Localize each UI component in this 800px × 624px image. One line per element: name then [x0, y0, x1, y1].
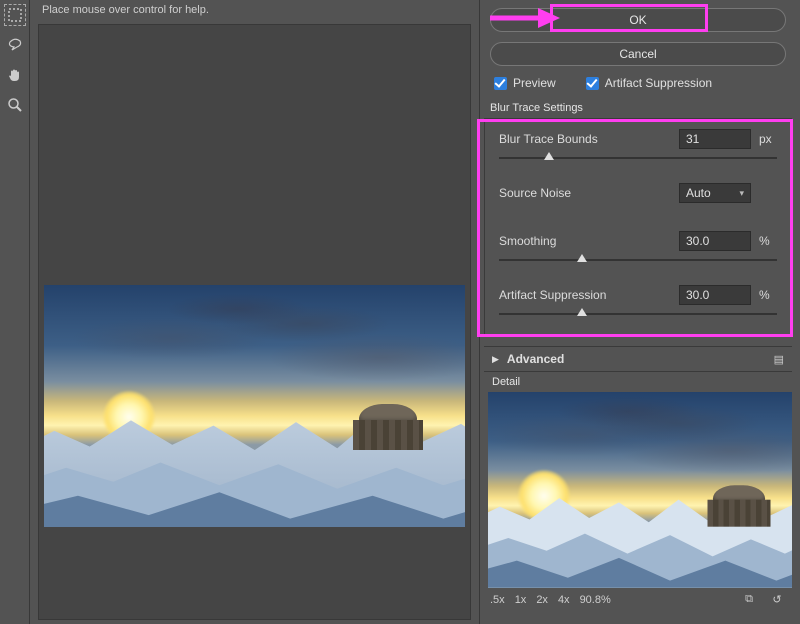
artifact-suppression-slider[interactable]: [499, 307, 777, 321]
advanced-label: Advanced: [507, 352, 564, 366]
hint-text: Place mouse over control for help.: [38, 4, 471, 22]
artifact-suppression-checkbox[interactable]: Artifact Suppression: [586, 76, 712, 90]
detail-preview[interactable]: [488, 392, 792, 588]
source-noise-dropdown[interactable]: Auto ▾: [679, 183, 751, 203]
lasso-tool-icon[interactable]: [4, 34, 26, 56]
unit-label: px: [751, 132, 777, 146]
checkbox-icon: [586, 77, 599, 90]
cancel-button[interactable]: Cancel: [490, 42, 786, 66]
unit-label: %: [751, 288, 777, 302]
settings-panel: OK Cancel Preview Artifact Suppression B…: [480, 0, 800, 624]
blur-trace-bounds-slider[interactable]: [499, 151, 777, 165]
zoom-tool-icon[interactable]: [4, 94, 26, 116]
zoom-step[interactable]: 2x: [536, 594, 548, 606]
panel-menu-icon[interactable]: ▤: [774, 353, 784, 366]
preview-image: [44, 285, 465, 527]
image-canvas[interactable]: [38, 24, 471, 620]
reset-icon[interactable]: ↺: [768, 593, 786, 606]
preview-checkbox[interactable]: Preview: [494, 76, 556, 90]
preview-pane: Place mouse over control for help.: [30, 0, 480, 624]
source-noise-label: Source Noise: [499, 186, 679, 200]
smoothing-slider[interactable]: [499, 253, 777, 267]
preview-checkbox-label: Preview: [513, 76, 556, 90]
triangle-right-icon: ▶: [492, 354, 499, 365]
detail-zoom-bar: .5x 1x 2x 4x 90.8% ⧉ ↺: [484, 590, 792, 609]
advanced-section-toggle[interactable]: ▶ Advanced ▤: [484, 346, 792, 372]
zoom-step[interactable]: .5x: [490, 594, 505, 606]
artifact-suppression-label: Artifact Suppression: [499, 288, 679, 302]
smoothing-label: Smoothing: [499, 234, 679, 248]
unit-label: %: [751, 234, 777, 248]
left-toolbar: [0, 0, 30, 624]
marquee-tool-icon[interactable]: [4, 4, 26, 26]
artifact-suppression-input[interactable]: [679, 285, 751, 305]
smoothing-input[interactable]: [679, 231, 751, 251]
ok-button[interactable]: OK: [490, 8, 786, 32]
blur-trace-settings-title: Blur Trace Settings: [484, 100, 792, 118]
hand-tool-icon[interactable]: [4, 64, 26, 86]
checkbox-icon: [494, 77, 507, 90]
zoom-step[interactable]: 1x: [515, 594, 527, 606]
zoom-percent: 90.8%: [580, 594, 611, 606]
detail-label: Detail: [484, 372, 792, 392]
zoom-step[interactable]: 4x: [558, 594, 570, 606]
blur-trace-settings-group: Blur Trace Bounds px Source Noise Auto ▾…: [484, 118, 792, 336]
artifact-checkbox-label: Artifact Suppression: [605, 76, 712, 90]
source-noise-value: Auto: [686, 186, 711, 200]
blur-trace-bounds-label: Blur Trace Bounds: [499, 132, 679, 146]
blur-trace-bounds-input[interactable]: [679, 129, 751, 149]
chevron-down-icon: ▾: [739, 188, 744, 199]
undock-icon[interactable]: ⧉: [740, 593, 758, 606]
